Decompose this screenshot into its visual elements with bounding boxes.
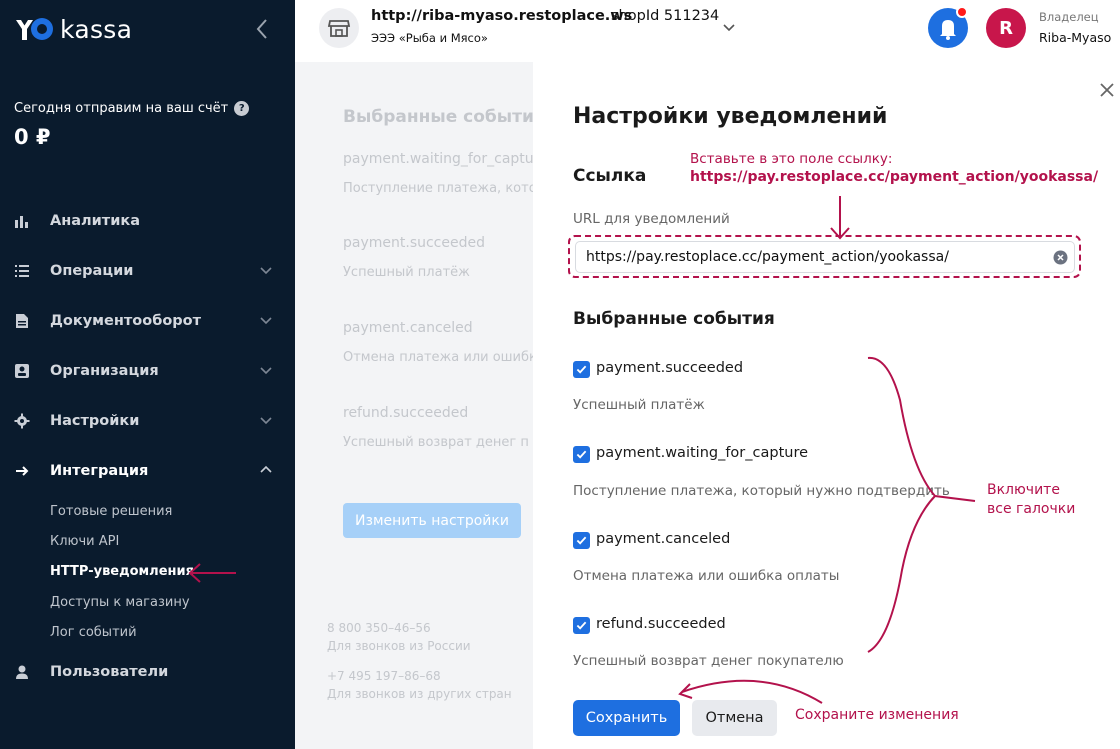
sidebar-item-documents[interactable]: Документооборот — [0, 303, 295, 339]
link-section-title: Ссылка — [573, 166, 647, 186]
event-code[interactable]: payment.canceled — [596, 531, 730, 547]
collapse-sidebar-icon[interactable] — [254, 18, 270, 40]
sidebar-item-label: Организация — [50, 363, 159, 379]
close-icon[interactable] — [1099, 82, 1115, 98]
balance-label: Сегодня отправим на ваш счёт ? — [14, 101, 250, 116]
user-role: Владелец — [1039, 10, 1099, 24]
sidebar-subitem-ready-solutions[interactable]: Готовые решения — [50, 504, 172, 524]
sidebar-item-analytics[interactable]: Аналитика — [0, 203, 295, 239]
chevron-down-icon — [260, 367, 272, 375]
sidebar-item-label: Интеграция — [50, 463, 149, 479]
document-icon — [16, 314, 28, 328]
sidebar-item-integration[interactable]: Интеграция — [0, 453, 295, 489]
bg-event-code: payment.canceled — [343, 320, 473, 336]
annotation-checkboxes-line1: Включите — [987, 482, 1060, 498]
top-header: http://riba-myaso.restoplace.ws shopId 5… — [295, 0, 1120, 62]
checkmark-icon — [576, 536, 587, 545]
yookassa-logo-icon — [16, 18, 53, 40]
bg-phone-russia: 8 800 350–46–56 — [327, 621, 431, 635]
bar-chart-icon — [15, 216, 28, 228]
sidebar-subitem-http-notifications[interactable]: HTTP-уведомления — [50, 564, 194, 584]
clear-input-icon[interactable] — [1053, 250, 1068, 265]
sidebar-item-operations[interactable]: Операции — [0, 253, 295, 289]
annotation-url-hint: Вставьте в это поле ссылку: — [690, 151, 893, 167]
annotation-save-hint: Сохраните изменения — [795, 707, 959, 723]
logo-text: kassa — [60, 14, 133, 44]
chevron-down-icon[interactable] — [723, 24, 735, 32]
bg-event-desc: Поступление платежа, кото — [343, 181, 537, 196]
checkmark-icon — [576, 621, 587, 630]
sidebar-item-organization[interactable]: Организация — [0, 353, 295, 389]
bg-event-desc: Успешный возврат денег п — [343, 435, 529, 450]
save-button[interactable]: Сохранить — [573, 700, 680, 736]
storefront-icon — [327, 20, 351, 37]
bg-event-code: payment.succeeded — [343, 235, 485, 251]
balance-label-text: Сегодня отправим на ваш счёт — [14, 101, 229, 116]
event-code[interactable]: payment.waiting_for_capture — [596, 445, 808, 461]
event-code[interactable]: payment.succeeded — [596, 360, 743, 376]
bg-event-code: payment.waiting_for_captu — [343, 151, 534, 167]
user-name: Riba-Myaso — [1039, 30, 1112, 45]
bg-event-desc: Отмена платежа или ошибк — [343, 350, 537, 365]
list-icon — [15, 265, 29, 277]
checkbox-payment-canceled[interactable] — [573, 532, 590, 549]
gear-icon — [14, 413, 30, 429]
event-description: Отмена платежа или ошибка оплаты — [573, 568, 840, 584]
avatar[interactable]: R — [986, 8, 1026, 48]
event-description: Успешный возврат денег покупателю — [573, 653, 844, 669]
sidebar-item-label: Документооборот — [50, 313, 202, 329]
chevron-down-icon — [260, 317, 272, 325]
balance-value: 0 ₽ — [14, 125, 51, 149]
sidebar-item-label: Настройки — [50, 413, 140, 429]
yookassa-logo[interactable]: kassa — [14, 14, 132, 44]
bg-phone-intl-desc: Для звонков из других стран — [327, 687, 512, 701]
shop-id: shopId 511234 — [611, 8, 720, 24]
sidebar-item-label: Аналитика — [50, 213, 140, 229]
checkbox-payment-succeeded[interactable] — [573, 361, 590, 378]
shop-icon[interactable] — [319, 8, 359, 48]
chevron-down-icon — [260, 417, 272, 425]
event-description: Успешный платёж — [573, 397, 705, 413]
event-description: Поступление платежа, который нужно подтв… — [573, 483, 950, 499]
chevron-down-icon — [260, 267, 272, 275]
url-input[interactable] — [575, 241, 1075, 273]
cancel-button[interactable]: Отмена — [692, 700, 777, 736]
annotation-url-value: https://pay.restoplace.cc/payment_action… — [690, 169, 1099, 185]
annotation-checkboxes-line2: все галочки — [987, 501, 1076, 517]
shop-organization: ЭЭЭ «Рыба и Мясо» — [371, 31, 488, 45]
id-card-icon — [15, 364, 29, 378]
events-section-title: Выбранные события — [573, 309, 775, 329]
bg-phone-russia-desc: Для звонков из России — [327, 639, 471, 653]
bg-events-title: Выбранные события — [343, 107, 545, 127]
sidebar: kassa Сегодня отправим на ваш счёт ? 0 ₽… — [0, 0, 295, 749]
sidebar-item-users[interactable]: Пользователи — [0, 654, 295, 690]
checkbox-refund-succeeded[interactable] — [573, 617, 590, 634]
arrow-right-icon — [16, 466, 29, 476]
checkbox-payment-waiting-for-capture[interactable] — [573, 446, 590, 463]
shop-url[interactable]: http://riba-myaso.restoplace.ws — [371, 8, 632, 24]
url-field-label: URL для уведомлений — [573, 211, 730, 227]
modal-title: Настройки уведомлений — [573, 104, 888, 129]
bg-phone-intl: +7 495 197–86–68 — [327, 669, 441, 683]
sidebar-subitem-api-keys[interactable]: Ключи API — [50, 534, 119, 554]
bg-event-desc: Успешный платёж — [343, 265, 470, 280]
checkmark-icon — [576, 365, 587, 374]
bg-event-code: refund.succeeded — [343, 405, 469, 421]
change-settings-button: Изменить настройки — [343, 503, 521, 538]
checkmark-icon — [576, 450, 587, 459]
help-icon[interactable]: ? — [234, 101, 250, 116]
user-icon — [16, 665, 28, 679]
sidebar-item-label: Пользователи — [50, 664, 169, 680]
sidebar-subitem-shop-access[interactable]: Доступы к магазину — [50, 595, 190, 615]
sidebar-item-settings[interactable]: Настройки — [0, 403, 295, 439]
chevron-up-icon — [260, 465, 272, 473]
notification-badge — [956, 6, 968, 18]
sidebar-subitem-event-log[interactable]: Лог событий — [50, 625, 137, 645]
sidebar-item-label: Операции — [50, 263, 134, 279]
event-code[interactable]: refund.succeeded — [596, 616, 726, 632]
